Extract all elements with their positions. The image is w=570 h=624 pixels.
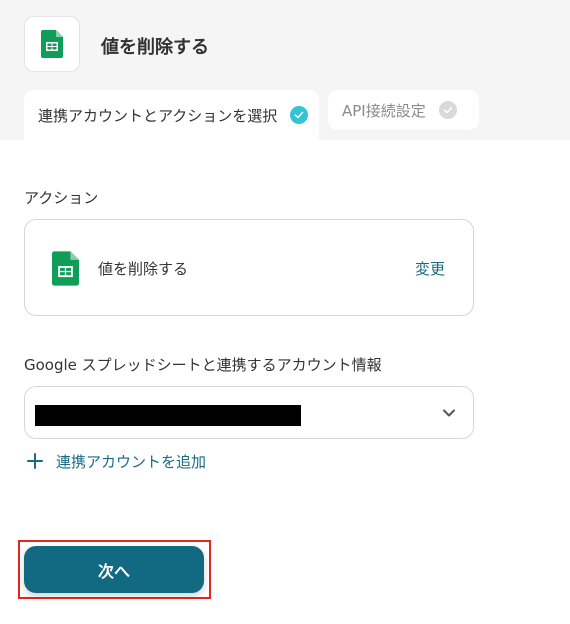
- tab-label: API接続設定: [342, 101, 426, 120]
- account-select[interactable]: [24, 386, 474, 439]
- app-icon-container: [24, 16, 80, 72]
- action-card: 値を削除する 変更: [24, 219, 474, 316]
- account-section-label: Google スプレッドシートと連携するアカウント情報: [24, 356, 382, 374]
- page-title: 値を削除する: [101, 37, 209, 58]
- check-circle-icon: [438, 101, 457, 119]
- add-account-label: 連携アカウントを追加: [56, 452, 207, 471]
- tab-label: 連携アカウントとアクションを選択: [38, 106, 278, 125]
- tab-select-account-action[interactable]: 連携アカウントとアクションを選択: [24, 90, 319, 140]
- change-action-link[interactable]: 変更: [415, 258, 445, 279]
- chevron-down-icon: [443, 409, 455, 417]
- check-circle-icon: [290, 106, 309, 124]
- tab-api-settings[interactable]: API接続設定: [328, 90, 479, 130]
- next-button[interactable]: 次へ: [24, 546, 204, 593]
- plus-icon: [27, 453, 43, 469]
- redacted-account-value: [35, 405, 301, 426]
- google-sheets-icon: [52, 251, 79, 286]
- action-section-label: アクション: [24, 189, 99, 207]
- action-name: 値を削除する: [98, 260, 189, 278]
- google-sheets-icon: [41, 30, 63, 58]
- add-account-link[interactable]: 連携アカウントを追加: [27, 449, 206, 473]
